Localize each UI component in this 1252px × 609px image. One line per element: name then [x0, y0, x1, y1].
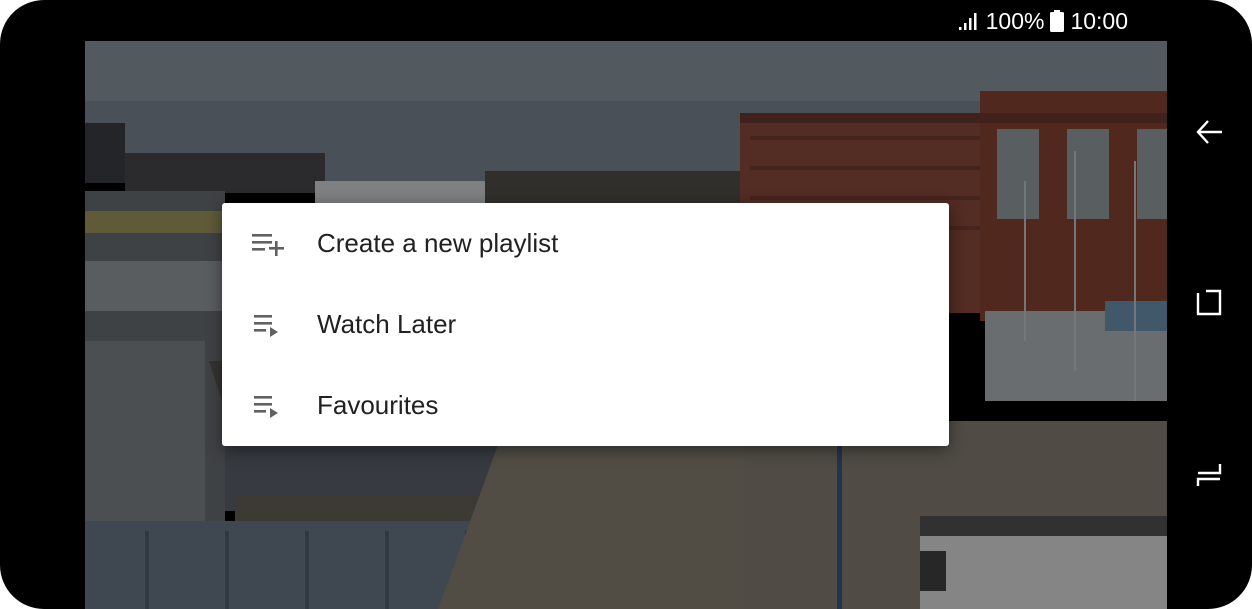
- back-button[interactable]: [1187, 112, 1231, 156]
- menu-item-label: Create a new playlist: [317, 228, 559, 258]
- signal-icon: [958, 11, 980, 31]
- home-icon: [1194, 460, 1224, 495]
- add-to-playlist-dialog: Create a new playlist Watch Later Favour…: [222, 203, 949, 446]
- playlist-play-icon: [250, 391, 290, 421]
- home-button[interactable]: [1187, 455, 1231, 499]
- playlist-add-icon: [250, 229, 290, 259]
- battery-percent: 100%: [985, 7, 1045, 34]
- menu-item-label: Favourites: [317, 390, 439, 420]
- phone-frame: 100% 10:00 Create a new playlist Watch L…: [0, 0, 1252, 609]
- recents-icon: [1194, 287, 1224, 322]
- menu-item-watch-later[interactable]: Watch Later: [222, 284, 949, 365]
- menu-item-label: Watch Later: [317, 309, 457, 339]
- battery-icon: [1050, 10, 1065, 32]
- playlist-play-icon: [250, 310, 290, 340]
- status-bar: 100% 10:00: [958, 6, 1128, 36]
- menu-item-create-playlist[interactable]: Create a new playlist: [222, 203, 949, 284]
- navigation-bar: [1167, 41, 1252, 609]
- recents-button[interactable]: [1187, 282, 1231, 326]
- menu-item-favourites[interactable]: Favourites: [222, 365, 949, 446]
- status-time: 10:00: [1070, 7, 1128, 34]
- back-icon: [1194, 117, 1224, 152]
